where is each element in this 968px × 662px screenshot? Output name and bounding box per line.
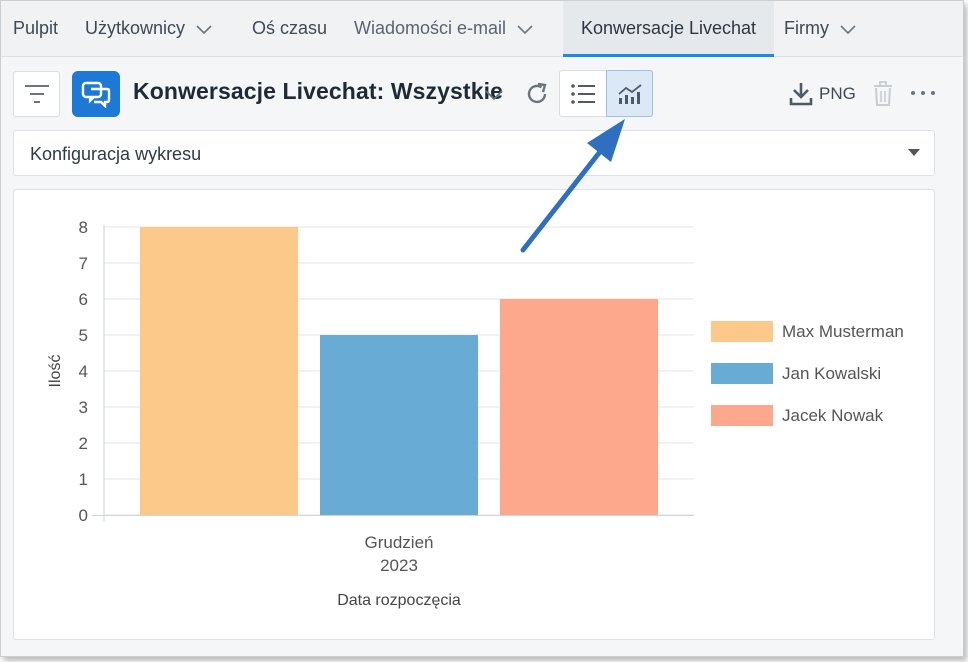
delete-button[interactable]	[871, 80, 895, 108]
bar	[500, 299, 658, 515]
x-axis-title: Data rozpoczęcia	[337, 592, 461, 609]
legend-label: Jan Kowalski	[782, 364, 881, 383]
tab-label: Użytkownicy	[85, 18, 186, 38]
legend-swatch	[711, 405, 773, 426]
tab-label: Konwersacje Livechat	[580, 18, 757, 38]
chart-config-dropdown[interactable]: Konfiguracja wykresu	[13, 130, 935, 176]
legend-swatch	[711, 321, 773, 342]
chevron-down-icon	[485, 90, 503, 101]
caret-down-icon	[908, 149, 920, 156]
more-options-button[interactable]	[909, 83, 937, 103]
list-view-button[interactable]	[559, 70, 607, 117]
tab-wiadomosci[interactable]: Wiadomości e-mail	[354, 1, 534, 56]
tab-pulpit[interactable]: Pulpit	[13, 1, 58, 56]
y-axis-title: Ilość	[47, 355, 64, 388]
y-tick-label: 8	[79, 218, 88, 237]
livechat-app-icon	[72, 71, 120, 117]
bar-chart: 0 1 2 3 4 5 6 7 8 Grudzień 2023 Data rozpoczęcia Ilo…	[47, 218, 904, 609]
chart-panel: 0 1 2 3 4 5 6 7 8 Grudzień 2023 Data rozpoczęcia Ilo…	[13, 189, 935, 640]
legend-label: Max Musterman	[782, 322, 904, 341]
more-dots-icon	[911, 91, 935, 95]
tab-label: Pulpit	[13, 18, 59, 38]
y-tick-label: 7	[79, 254, 88, 273]
tab-label: Firmy	[784, 18, 829, 38]
top-nav: Pulpit Użytkownicy Oś czasu Wiadomości e…	[1, 1, 963, 57]
y-tick-label: 2	[79, 434, 88, 453]
page-title: Konwersacje Livechat: Wszystkie	[133, 78, 503, 104]
tab-label: Oś czasu	[252, 18, 328, 38]
filter-button[interactable]	[13, 71, 60, 117]
export-png-label: PNG	[819, 84, 856, 103]
chart-config-label: Konfiguracja wykresu	[30, 144, 202, 164]
chevron-down-icon	[840, 24, 856, 34]
download-icon	[789, 83, 813, 106]
tab-konwersacje-livechat[interactable]: Konwersacje Livechat	[563, 1, 774, 57]
chart-view-button[interactable]	[606, 70, 653, 117]
export-png-button[interactable]: PNG	[789, 79, 856, 109]
chat-bubbles-icon	[81, 81, 111, 108]
list-icon	[571, 83, 595, 104]
y-tick-label: 6	[79, 290, 88, 309]
filter-icon	[24, 85, 49, 103]
y-tick-label: 4	[79, 362, 88, 381]
refresh-icon	[527, 82, 547, 104]
y-tick-label: 3	[79, 398, 88, 417]
refresh-button[interactable]	[522, 79, 552, 109]
trash-icon	[874, 81, 892, 106]
legend-swatch	[711, 363, 773, 384]
tab-label: Wiadomości e-mail	[354, 18, 507, 38]
y-tick-label: 1	[79, 470, 88, 489]
x-tick-label: 2023	[380, 556, 418, 575]
bar	[320, 335, 478, 515]
y-tick-label: 0	[79, 506, 88, 525]
x-tick-label: Grudzień	[365, 533, 434, 552]
tab-firmy[interactable]: Firmy	[784, 1, 857, 56]
y-tick-label: 5	[79, 326, 88, 345]
bar	[140, 227, 298, 515]
tab-uzytkownicy[interactable]: Użytkownicy	[85, 1, 213, 56]
chevron-down-icon	[517, 24, 533, 34]
chart-icon	[617, 83, 642, 104]
tab-os-czasu[interactable]: Oś czasu	[252, 1, 327, 56]
app-window: Pulpit Użytkownicy Oś czasu Wiadomości e…	[0, 0, 964, 657]
view-selector-dropdown[interactable]	[483, 83, 505, 105]
legend-label: Jacek Nowak	[782, 406, 884, 425]
chevron-down-icon	[196, 24, 212, 34]
